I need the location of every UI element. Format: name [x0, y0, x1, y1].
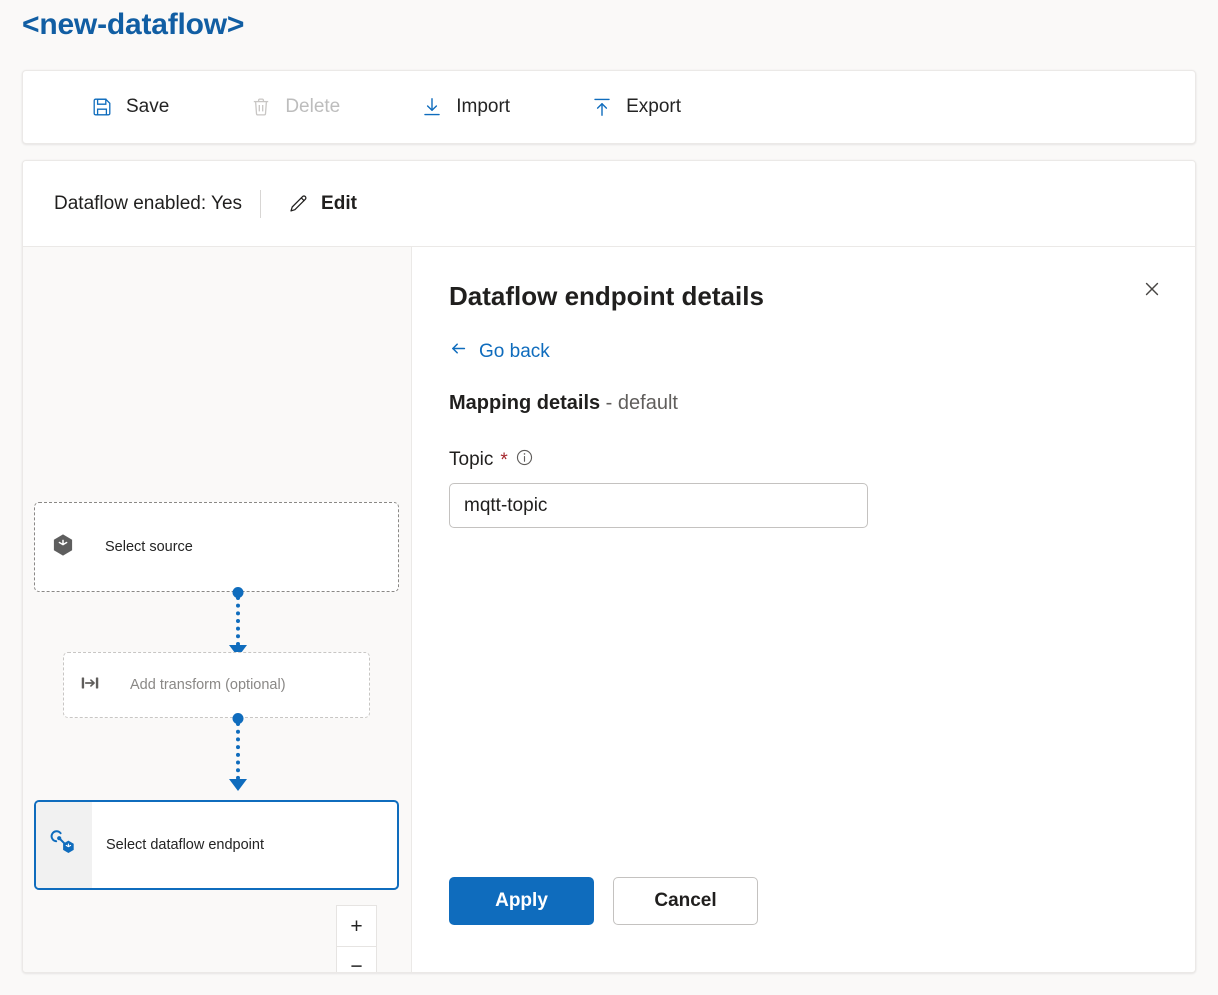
- panel-footer-actions: Apply Cancel: [449, 877, 1155, 925]
- node-select-dataflow-endpoint[interactable]: Select dataflow endpoint: [34, 800, 399, 890]
- zoom-in-button[interactable]: +: [336, 905, 377, 946]
- editor-split: Select source Add transform (optional) S…: [23, 247, 1195, 972]
- close-icon: [1142, 279, 1162, 302]
- connector-source-to-transform: [228, 587, 248, 659]
- close-panel-button[interactable]: [1133, 271, 1171, 309]
- import-button-label: Import: [456, 96, 511, 117]
- connector-line: [236, 596, 240, 646]
- canvas-zoom-controls: + −: [336, 905, 377, 972]
- pencil-icon: [287, 193, 309, 215]
- command-bar: Save Delete Import Export: [22, 70, 1196, 144]
- cancel-button[interactable]: Cancel: [613, 877, 758, 925]
- dataflow-canvas[interactable]: Select source Add transform (optional) S…: [23, 247, 412, 972]
- delete-button[interactable]: Delete: [238, 85, 352, 129]
- export-button-label: Export: [626, 96, 682, 117]
- export-icon: [591, 96, 613, 118]
- app-root: <new-dataflow> Save Delete Import Export…: [0, 0, 1218, 995]
- node-source-label: Select source: [105, 539, 193, 555]
- endpoint-click-icon: [50, 829, 78, 862]
- connector-arrow: [229, 779, 247, 791]
- zoom-out-label: −: [350, 955, 363, 972]
- connector-line: [236, 722, 240, 780]
- delete-button-label: Delete: [285, 96, 341, 117]
- node-add-transform[interactable]: Add transform (optional): [63, 652, 370, 718]
- dataflow-editor-card: Dataflow enabled: Yes Edit Select source…: [22, 160, 1196, 973]
- node-endpoint-icon-pane: [36, 802, 92, 888]
- mapping-details-heading-strong: Mapping details: [449, 392, 601, 415]
- go-back-label: Go back: [479, 340, 550, 362]
- go-back-link[interactable]: Go back: [449, 339, 550, 364]
- import-button[interactable]: Import: [409, 85, 522, 129]
- transform-icon: [79, 672, 101, 699]
- save-icon: [91, 96, 113, 118]
- mapping-details-heading: Mapping details - default: [449, 392, 1155, 415]
- apply-button[interactable]: Apply: [449, 877, 594, 925]
- node-transform-icon-pane: [64, 653, 116, 717]
- details-panel-title: Dataflow endpoint details: [449, 281, 764, 311]
- save-button[interactable]: Save: [79, 85, 181, 129]
- cube-icon: [50, 532, 76, 563]
- import-icon: [421, 96, 443, 118]
- mapping-details-heading-rest: - default: [600, 392, 678, 415]
- info-icon[interactable]: [515, 448, 534, 472]
- edit-button-label: Edit: [321, 192, 357, 214]
- node-transform-label: Add transform (optional): [130, 677, 286, 693]
- trash-icon: [250, 96, 272, 118]
- node-endpoint-label: Select dataflow endpoint: [106, 837, 264, 853]
- topic-input[interactable]: [449, 483, 868, 529]
- page-title: <new-dataflow>: [22, 8, 245, 41]
- connector-transform-to-endpoint: [228, 713, 248, 801]
- zoom-out-button[interactable]: −: [336, 946, 377, 972]
- arrow-left-icon: [449, 339, 468, 364]
- required-marker: *: [500, 449, 508, 471]
- dataflow-enabled-strip: Dataflow enabled: Yes Edit: [23, 161, 1195, 247]
- save-button-label: Save: [126, 96, 170, 117]
- export-button[interactable]: Export: [579, 85, 693, 129]
- strip-divider: [260, 189, 262, 218]
- node-select-source[interactable]: Select source: [34, 502, 399, 592]
- dataflow-endpoint-details-panel: Dataflow endpoint details Go back Mappin…: [412, 247, 1195, 972]
- topic-field-label: Topic: [449, 449, 494, 471]
- topic-field-label-row: Topic *: [449, 448, 1155, 472]
- edit-button[interactable]: Edit: [279, 187, 365, 221]
- zoom-in-label: +: [350, 914, 363, 938]
- node-source-icon-pane: [35, 503, 91, 591]
- dataflow-enabled-text: Dataflow enabled: Yes: [54, 192, 243, 214]
